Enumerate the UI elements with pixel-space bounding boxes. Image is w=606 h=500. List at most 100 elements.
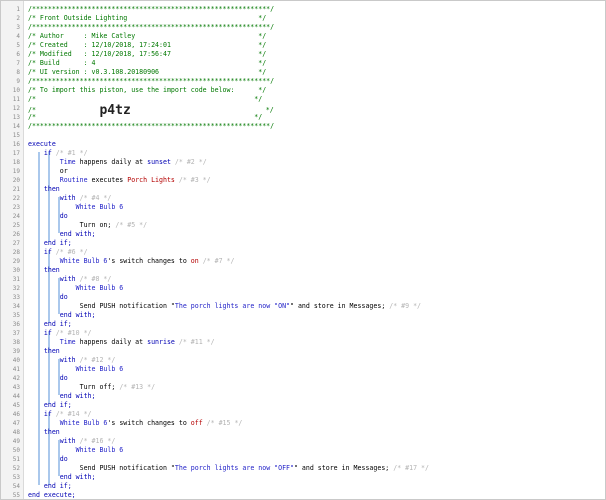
code-token: then [28,347,60,355]
line-number: 32 [12,285,20,292]
code-token: " and store in Messages; [290,302,390,310]
line-number: 31 [12,276,20,283]
code-line: 51 do [1,455,605,464]
code-token: do [28,293,68,301]
code-line: 22 with /* #4 */ [1,194,605,203]
code-token: or [28,167,68,175]
code-token: on [190,257,199,265]
line-number: 17 [12,150,20,157]
code-line: 1 /**************************************… [1,5,605,14]
line-number: 24 [12,213,20,220]
code-line: 2 /* Front Outside Lighting */ [1,14,605,23]
code-line: 25 Turn on; /* #5 */ [1,221,605,230]
line-number: 48 [12,429,20,436]
line-number: 40 [12,357,20,364]
code-token: " and store in Messages; [293,464,394,472]
code-token: The porch lights are now "ON" [174,302,291,310]
code-token: if [28,248,56,256]
code-text: then [28,266,60,275]
code-token: sunrise [147,338,175,346]
code-line: 44 end with; [1,392,605,401]
line-number: 43 [12,384,20,391]
line-number: 7 [16,60,20,67]
code-line: 29 White Bulb 6's switch changes to on /… [1,257,605,266]
code-token: then [28,428,60,436]
line-number: 22 [12,195,20,202]
code-token: end with; [28,311,96,319]
code-text: with /* #12 */ [28,356,116,365]
code-line: 35 end with; [1,311,605,320]
line-number: 26 [12,231,20,238]
line-number: 36 [12,321,20,328]
code-line: 34 Send PUSH notification "The porch lig… [1,302,605,311]
line-number: 12 [12,105,20,112]
code-token: /* #14 */ [55,410,92,418]
code-line: 38 Time happens daily at sunrise /* #11 … [1,338,605,347]
code-token: if [28,149,56,157]
code-token: Porch Lights [127,176,175,184]
code-token: /* #16 */ [79,437,116,445]
line-number: 15 [12,132,20,139]
code-token: White Bulb 6 [28,419,108,427]
code-text: /* Build : 4 */ [28,59,266,68]
code-token: /* #7 */ [198,257,235,265]
code-token: /* #11 */ [174,338,215,346]
code-token: /* */ [28,95,263,103]
code-text: do [28,455,68,464]
line-number: 18 [12,159,20,166]
line-number: 5 [16,42,20,49]
code-line: 10 /* To import this piston, use the impo… [1,86,605,95]
code-token: /* #4 */ [79,194,112,202]
line-number: 4 [16,33,20,40]
code-token: /* UI version : v0.3.108.20180906 */ [28,68,267,76]
code-text: /* Modified : 12/10/2018, 17:56:47 */ [28,50,266,59]
code-text: end with; [28,311,96,320]
code-line: 39 then [1,347,605,356]
code-text: Routine executes Porch Lights /* #3 */ [28,176,211,185]
code-line: 5 /* Created : 12/10/2018, 17:24:01 */ [1,41,605,50]
code-token: /***************************************… [28,122,275,130]
code-token: /* To import this piston, use the import… [28,86,267,94]
code-line: 21 then [1,185,605,194]
line-number: 47 [12,420,20,427]
code-line: 55 end execute; [1,491,605,499]
code-token: end if; [28,320,72,328]
code-line: 8 /* UI version : v0.3.108.20180906 */ [1,68,605,77]
code-line: 24 do [1,212,605,221]
code-token: Time [28,158,76,166]
line-number: 53 [12,474,20,481]
code-token: 's switch changes to [107,257,191,265]
line-number: 55 [12,492,20,499]
line-number: 20 [12,177,20,184]
code-text: /* */ [28,95,262,104]
code-token: end execute; [28,491,76,499]
code-text: Send PUSH notification "The porch lights… [28,302,421,311]
code-line: 27 end if; [1,239,605,248]
code-line: 53 end with; [1,473,605,482]
code-text: if /* #10 */ [28,329,92,338]
code-token: end with; [28,230,96,238]
line-number: 23 [12,204,20,211]
line-number: 9 [16,78,20,85]
line-number: 44 [12,393,20,400]
line-number: 34 [12,303,20,310]
code-text: /* */ [28,113,262,122]
line-number: 6 [16,51,20,58]
line-number: 11 [12,96,20,103]
code-token: /* Build : 4 */ [28,59,267,67]
code-line: 32 White Bulb 6 [1,284,605,293]
code-token: /* #17 */ [393,464,429,472]
code-token: /* #8 */ [79,275,112,283]
code-text: /***************************************… [28,77,274,86]
code-line: 13 /* */ [1,113,605,122]
code-text: end with; [28,473,96,482]
code-line: 17 if /* #1 */ [1,149,605,158]
code-line: 31 with /* #8 */ [1,275,605,284]
code-text: White Bulb 6 [28,446,124,455]
code-text: then [28,185,60,194]
line-number: 49 [12,438,20,445]
code-token: Routine [28,176,88,184]
code-text: /* Created : 12/10/2018, 17:24:01 */ [28,41,266,50]
line-number: 51 [12,456,20,463]
code-token: /* Front Outside Lighting */ [28,14,267,22]
